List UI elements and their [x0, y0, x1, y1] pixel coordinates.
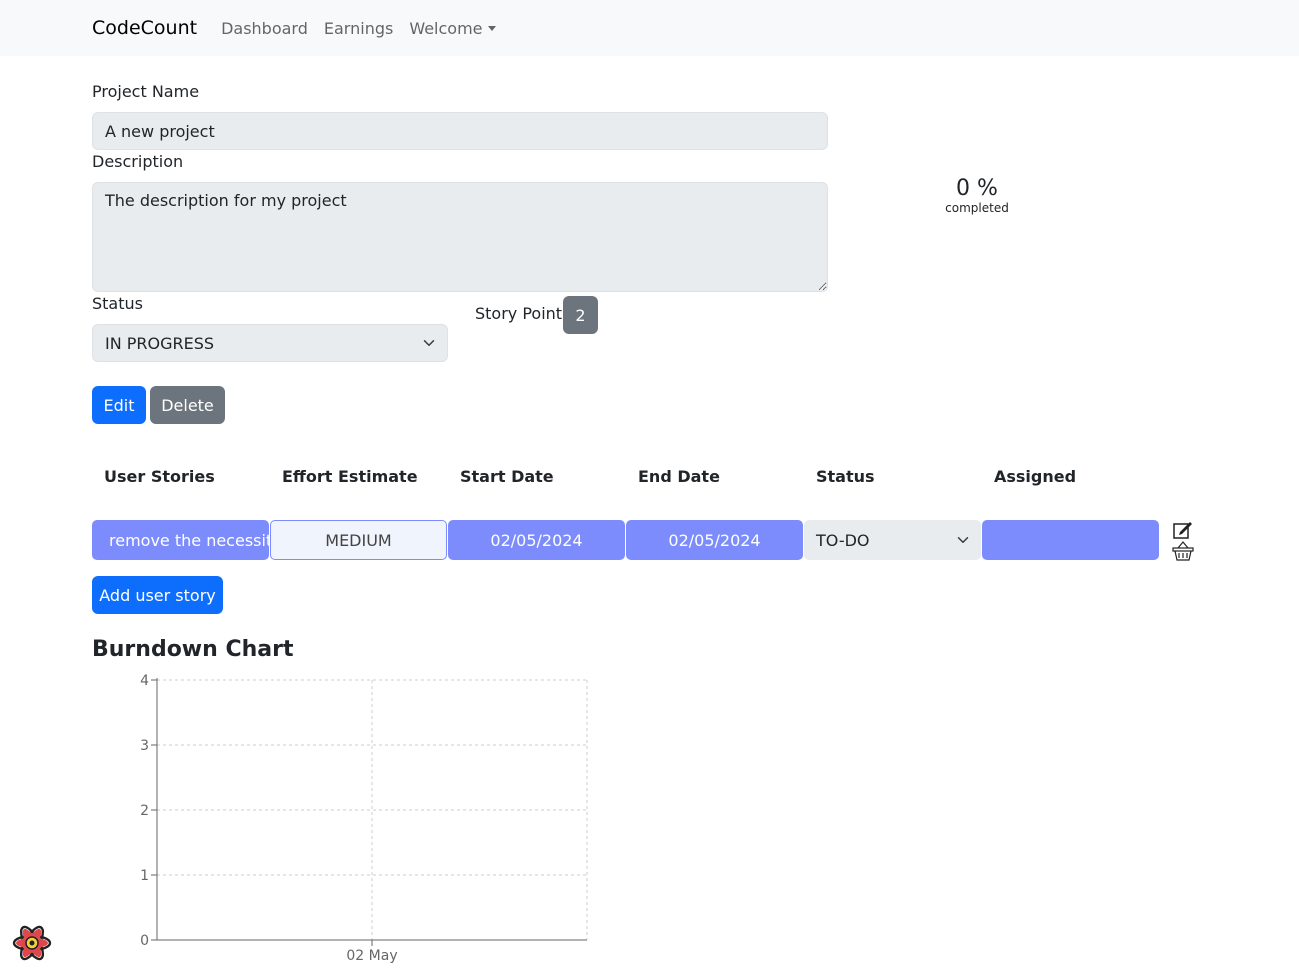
- start-date-cell[interactable]: 02/05/2024: [448, 520, 625, 560]
- x-tick-label-0: 02 May: [346, 948, 397, 964]
- story-points-label: Story Points: [475, 304, 571, 323]
- y-tick-label-2: 2: [140, 803, 149, 819]
- basket-icon[interactable]: [1172, 541, 1194, 561]
- header-assigned: Assigned: [994, 467, 1077, 486]
- end-date-cell[interactable]: 02/05/2024: [626, 520, 803, 560]
- burndown-chart: 0 1 2 3 4 02 May: [140, 673, 588, 964]
- edit-icon[interactable]: [1172, 520, 1194, 540]
- delete-button[interactable]: Delete: [150, 386, 225, 424]
- project-status-value: IN PROGRESS: [105, 333, 215, 353]
- story-status-value: TO-DO: [816, 530, 870, 550]
- header-user-stories: User Stories: [104, 467, 215, 486]
- effort-estimate-cell[interactable]: MEDIUM: [270, 520, 447, 560]
- chevron-down-icon: [957, 537, 969, 543]
- brand-link[interactable]: CodeCount: [92, 17, 197, 39]
- welcome-dropdown-label: Welcome: [409, 18, 483, 38]
- project-status-select[interactable]: IN PROGRESS: [92, 324, 448, 362]
- progress-caption: completed: [945, 201, 1009, 215]
- header-status: Status: [816, 467, 875, 486]
- story-name-cell[interactable]: remove the necessity: [92, 520, 269, 560]
- story-points-badge: 2: [563, 296, 598, 334]
- project-name-label: Project Name: [92, 82, 200, 101]
- header-end-date: End Date: [638, 467, 720, 486]
- header-start-date: Start Date: [460, 467, 554, 486]
- caret-down-icon: [487, 25, 496, 31]
- y-tick-label-4: 4: [140, 673, 149, 689]
- description-label: Description: [92, 152, 184, 171]
- nav-link-dashboard[interactable]: Dashboard: [221, 19, 308, 38]
- nav-link-earnings[interactable]: Earnings: [324, 19, 393, 38]
- navbar: CodeCount Dashboard Earnings Welcome: [0, 0, 1299, 56]
- progress-percent: 0 %: [956, 176, 998, 201]
- y-tick-label-3: 3: [140, 738, 149, 754]
- chart-title: Burndown Chart: [92, 637, 294, 662]
- welcome-dropdown[interactable]: Welcome: [409, 18, 496, 38]
- y-tick-label-1: 1: [140, 868, 149, 884]
- project-name-input[interactable]: [92, 112, 828, 150]
- assigned-cell[interactable]: [982, 520, 1159, 560]
- header-effort-estimate: Effort Estimate: [282, 467, 418, 486]
- add-user-story-button[interactable]: Add user story: [92, 576, 223, 614]
- react-logo-icon[interactable]: [12, 923, 52, 963]
- chevron-down-icon: [423, 340, 435, 346]
- story-status-select[interactable]: TO-DO: [804, 520, 981, 560]
- edit-button[interactable]: Edit: [92, 386, 146, 424]
- status-label: Status: [92, 294, 143, 313]
- progress-indicator: 0 % completed: [917, 176, 1037, 215]
- description-textarea[interactable]: The description for my project: [92, 182, 828, 292]
- y-tick-label-0: 0: [140, 933, 149, 949]
